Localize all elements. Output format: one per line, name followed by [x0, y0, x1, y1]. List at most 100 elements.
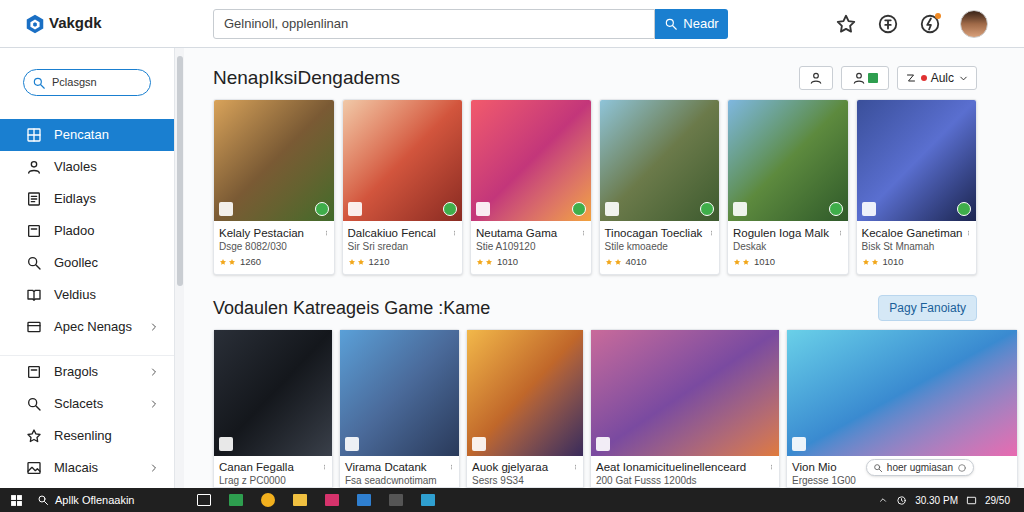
game-cover[interactable]	[857, 100, 977, 221]
sidebar-item[interactable]: Resenling	[0, 420, 174, 452]
game-cover[interactable]	[471, 100, 591, 221]
user-avatar[interactable]	[960, 10, 988, 38]
content-area: PencatanVlaolesEidlaysPladooGoollecVeldi…	[0, 48, 1024, 488]
game-cover[interactable]	[340, 330, 459, 456]
card-title[interactable]: Aeat Ionamicituelinellenceard	[596, 460, 766, 474]
card-info: Kecaloe GanetimanBisk St Mnamah1010	[857, 221, 977, 274]
sidebar-search-input[interactable]	[52, 74, 142, 91]
view-all-button[interactable]: Pagy Fanoiaty	[878, 295, 977, 321]
game-card[interactable]: Virama DcatankFsa seadcwnotimam	[339, 329, 460, 488]
game-cover[interactable]	[214, 330, 332, 456]
card-subtitle: Lrag z PC0000	[219, 474, 327, 487]
card-title[interactable]: Kecaloe Ganetiman	[862, 226, 964, 240]
status-dot	[921, 75, 927, 81]
taskbar-app-icon[interactable]	[421, 494, 435, 506]
game-card[interactable]: Aeat Ionamicituelinellenceard200 Gat Fus…	[590, 329, 780, 488]
section-title: Vodaulen Katreageis Game :Kame	[213, 295, 490, 322]
more-button[interactable]	[573, 460, 578, 474]
more-button[interactable]	[581, 226, 586, 240]
game-cover[interactable]	[467, 330, 583, 456]
game-cover[interactable]	[600, 100, 720, 221]
game-card[interactable]: Vion MioErgesse 1G00hoer ugmiasan	[786, 329, 1018, 488]
card-title[interactable]: Canan Fegalla	[219, 460, 319, 474]
image-icon	[26, 460, 42, 476]
game-card[interactable]: Tinocagan ToecliakStile kmoaede4010	[599, 99, 721, 275]
sidebar-item[interactable]: Pencatan	[0, 119, 174, 151]
favorites-button[interactable]	[834, 12, 858, 36]
more-button[interactable]	[452, 226, 457, 240]
search-button[interactable]: Neadr	[655, 9, 728, 39]
more-button[interactable]	[838, 226, 843, 240]
sort-button[interactable]: Aulc	[897, 66, 977, 90]
more-button[interactable]	[966, 226, 971, 240]
sidebar-item[interactable]: Pladoo	[0, 215, 174, 247]
game-card[interactable]: Canan FegallaLrag z PC0000	[213, 329, 333, 488]
card-rating: 1010	[862, 256, 972, 268]
rating-stars	[862, 258, 879, 266]
profile-filter-button[interactable]	[799, 66, 833, 90]
more-button[interactable]	[449, 460, 454, 474]
logo[interactable]: Vakgdk	[0, 12, 213, 35]
sidebar-item[interactable]: Vlaoles	[0, 151, 174, 183]
notifications-button[interactable]	[918, 12, 942, 36]
account-button[interactable]	[876, 12, 900, 36]
card-title[interactable]: Neutama Gama	[476, 226, 578, 240]
taskbar-app-icon[interactable]	[389, 494, 403, 506]
taskbar-app-icon[interactable]	[197, 494, 211, 506]
badge-icon	[792, 437, 806, 451]
sidebar-item[interactable]: Eidlays	[0, 183, 174, 215]
more-button[interactable]	[709, 226, 714, 240]
logo-icon	[24, 13, 46, 35]
card-title[interactable]: Kelaly Pestacian	[219, 226, 321, 240]
more-button[interactable]	[769, 460, 774, 474]
game-card[interactable]: Kelaly PestacianDsge 8082/0301260	[213, 99, 335, 275]
game-cover[interactable]	[591, 330, 779, 456]
star-icon	[26, 428, 42, 444]
clock-icon	[896, 495, 907, 506]
group-filter-button[interactable]	[841, 66, 889, 90]
game-cover[interactable]	[728, 100, 848, 221]
taskbar-app-icon[interactable]	[229, 494, 243, 506]
search-icon	[37, 494, 49, 506]
game-cover[interactable]	[787, 330, 1017, 456]
scrollbar-thumb[interactable]	[177, 56, 183, 286]
platform-icon	[700, 202, 714, 216]
toolbar: Aulc	[799, 66, 977, 90]
badge-icon	[219, 437, 233, 451]
card-title[interactable]: Tinocagan Toecliak	[605, 226, 707, 240]
sidebar-item[interactable]: Goollec	[0, 247, 174, 279]
taskbar-app-icon[interactable]	[325, 494, 339, 506]
badge-icon	[605, 202, 619, 216]
card-title[interactable]: Virama Dcatank	[345, 460, 446, 474]
card-title[interactable]: Dalcakiuo Fencal	[348, 226, 450, 240]
search-tooltip[interactable]: hoer ugmiasan	[866, 459, 974, 476]
game-card[interactable]: Dalcakiuo FencalSir Sri sredan1210	[342, 99, 464, 275]
rating-count: 4010	[626, 256, 647, 268]
game-card[interactable]: Rogulen Ioga MalkDeskak1010	[727, 99, 849, 275]
more-button[interactable]	[324, 226, 329, 240]
card-subtitle: Sesrs 9S34	[472, 474, 578, 487]
card-title[interactable]: Rogulen Ioga Malk	[733, 226, 835, 240]
sidebar-item[interactable]: Apec Nenags	[0, 311, 174, 343]
sidebar-scrollbar[interactable]	[174, 48, 184, 488]
sidebar-item[interactable]: Bragols	[0, 356, 174, 388]
card-title[interactable]: Auok gjelyaraa	[472, 460, 570, 474]
more-button[interactable]	[322, 460, 327, 474]
game-card[interactable]: Auok gjelyaraaSesrs 9S34	[466, 329, 584, 488]
taskbar-app-icon[interactable]	[293, 494, 307, 506]
game-cover[interactable]	[214, 100, 334, 221]
sidebar-item[interactable]: Mlacais	[0, 452, 174, 484]
rating-stars	[348, 258, 365, 266]
sidebar-item[interactable]: Sclacets	[0, 388, 174, 420]
taskbar-search[interactable]: Apllk Oflenaakin	[37, 492, 135, 509]
taskbar-app-icon[interactable]	[261, 493, 275, 507]
taskbar-app-icon[interactable]	[357, 494, 371, 506]
search-input[interactable]	[213, 9, 655, 39]
game-card[interactable]: Kecaloe GanetimanBisk St Mnamah1010	[856, 99, 978, 275]
game-cover[interactable]	[343, 100, 463, 221]
sidebar-item[interactable]: Veldius	[0, 279, 174, 311]
card-subtitle: Deskak	[733, 240, 843, 253]
card-title-row: Tinocagan Toecliak	[605, 226, 715, 240]
coin-icon	[877, 13, 899, 35]
game-card[interactable]: Neutama GamaStie A1091201010	[470, 99, 592, 275]
